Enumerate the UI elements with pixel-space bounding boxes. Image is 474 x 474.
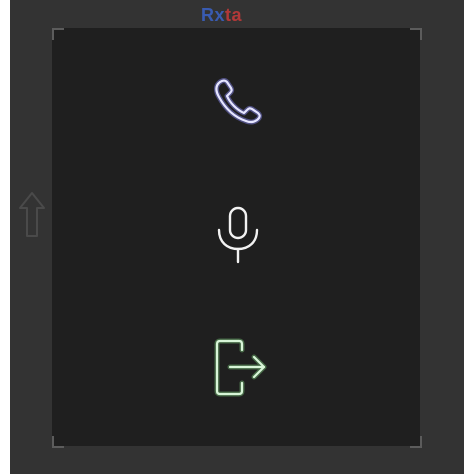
phone-icon bbox=[214, 78, 263, 125]
up-arrow-icon bbox=[17, 190, 47, 240]
call-button[interactable] bbox=[206, 68, 270, 132]
exit-icon bbox=[214, 338, 267, 397]
exit-button[interactable] bbox=[206, 336, 270, 400]
panel-corner-bottom-right bbox=[410, 436, 422, 448]
panel-corner-top-right bbox=[410, 28, 422, 40]
watermark-logo: Rxta bbox=[201, 5, 243, 25]
microphone-icon bbox=[217, 206, 259, 264]
panel-corner-top-left bbox=[52, 28, 64, 40]
panel-corner-bottom-left bbox=[52, 436, 64, 448]
microphone-button[interactable] bbox=[206, 204, 270, 268]
